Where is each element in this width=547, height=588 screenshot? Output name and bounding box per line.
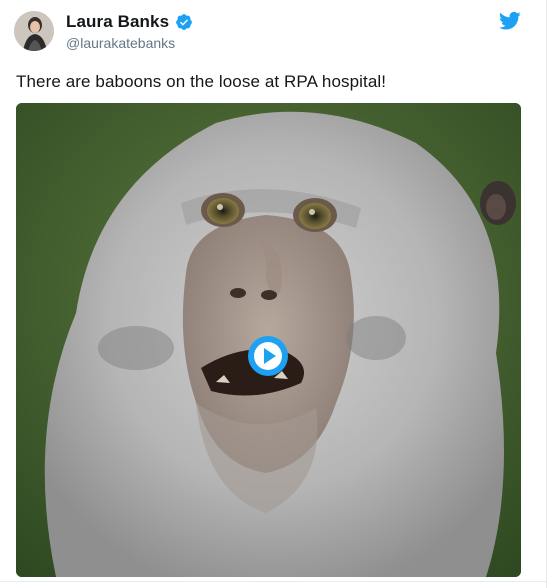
display-name[interactable]: Laura Banks <box>66 12 169 32</box>
twitter-bird-icon[interactable] <box>499 11 521 31</box>
author-name-row[interactable]: Laura Banks <box>66 12 193 32</box>
tweet-card: Laura Banks @laurakatebanks There are ba… <box>0 0 547 588</box>
verified-badge-icon <box>175 13 193 31</box>
play-circle-icon[interactable] <box>247 335 288 376</box>
author-handle[interactable]: @laurakatebanks <box>66 35 175 51</box>
video-thumbnail[interactable] <box>16 103 521 577</box>
avatar[interactable] <box>14 11 54 51</box>
card-divider <box>0 581 547 582</box>
tweet-text: There are baboons on the loose at RPA ho… <box>16 72 387 91</box>
